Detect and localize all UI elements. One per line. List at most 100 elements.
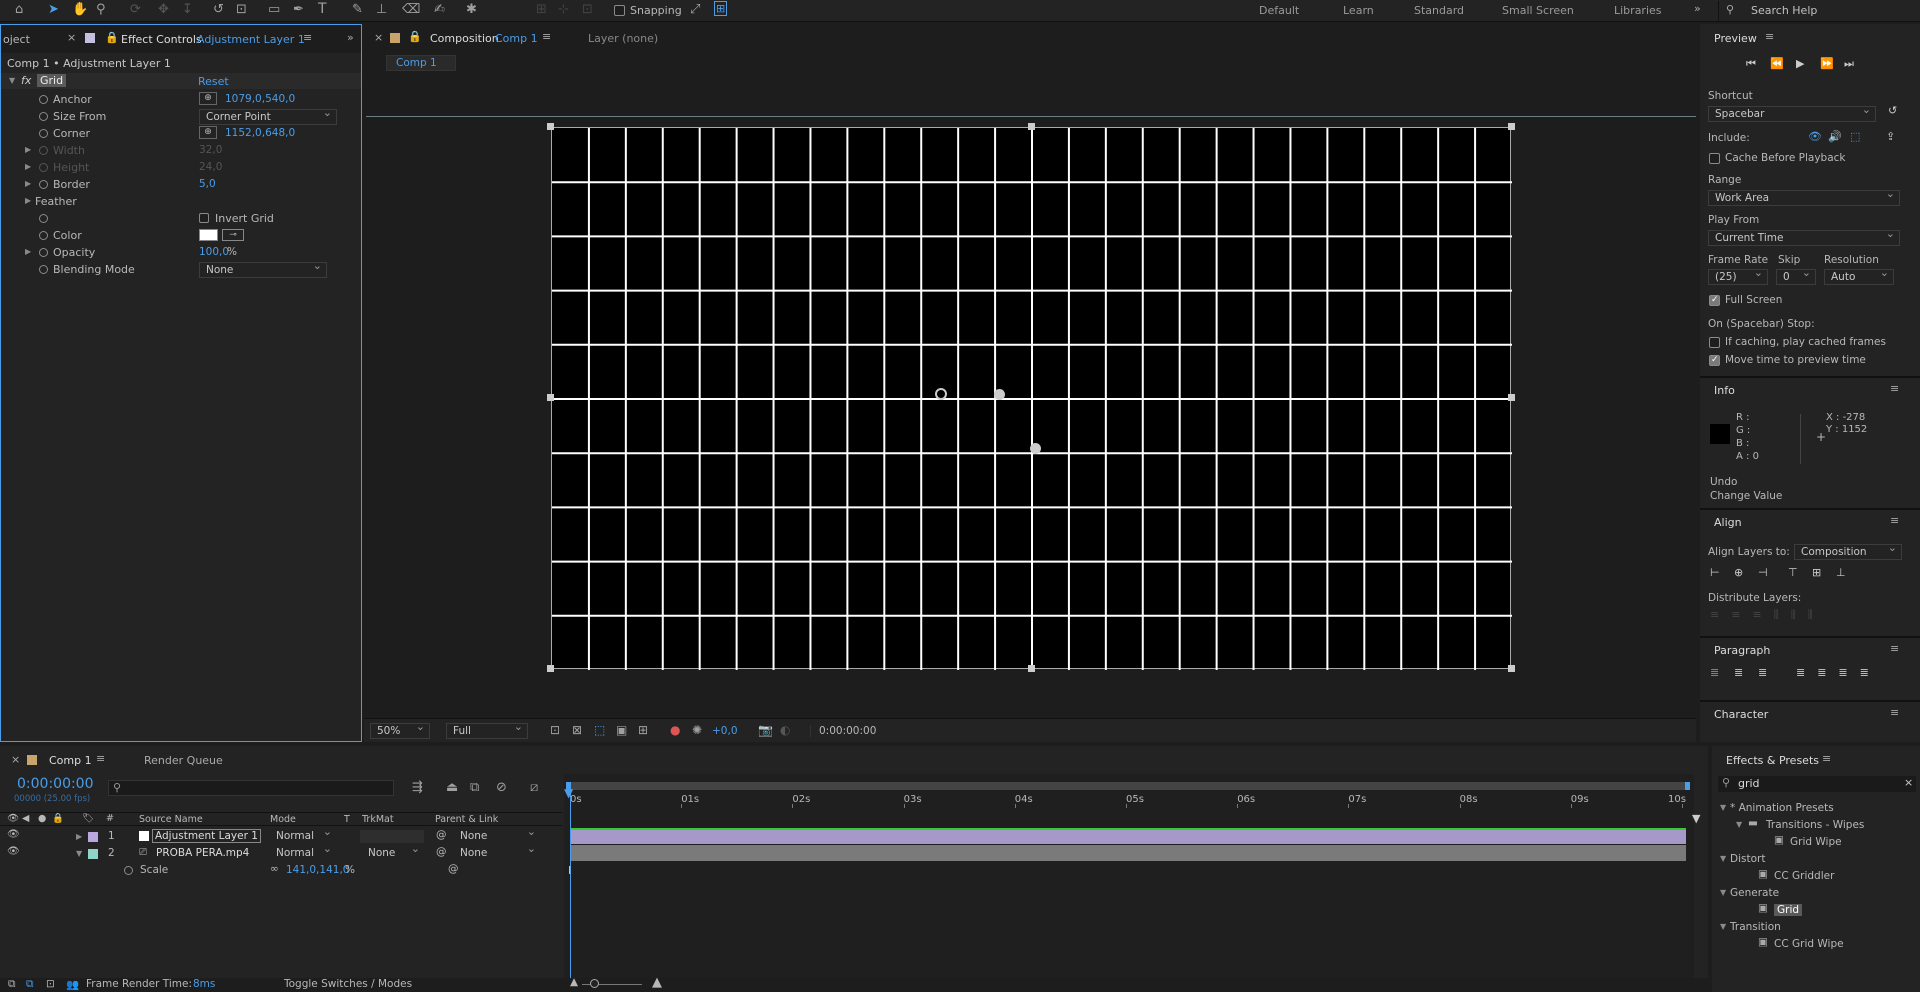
layer-switches-icon[interactable]: ⧉	[8, 978, 16, 991]
viewer-timecode[interactable]: 0:00:00:00	[810, 725, 876, 737]
stopwatch-icon[interactable]	[39, 248, 48, 257]
layer-label-color[interactable]	[88, 832, 98, 842]
effects-tree-folder[interactable]: ▼ * Animation Presets	[1712, 800, 1920, 817]
align-to-dropdown[interactable]: Composition	[1794, 541, 1902, 560]
hand-tool-icon[interactable]: ✋	[72, 2, 88, 17]
panel-menu-icon[interactable]: ≡	[1890, 642, 1899, 655]
panel-overflow-icon[interactable]: »	[347, 31, 354, 44]
transparency-grid-icon[interactable]: ⊠	[572, 723, 582, 737]
rotate-tool-icon[interactable]: ↺	[213, 2, 224, 17]
trkmat-dropdown[interactable]: None	[362, 842, 424, 862]
transform-handle-ml[interactable]	[547, 394, 554, 401]
prop-value[interactable]: 5,0	[199, 178, 216, 190]
constrain-proportions-icon[interactable]: ∞	[270, 863, 279, 875]
layer-mode-dropdown[interactable]: Normal	[270, 842, 336, 862]
stopwatch-icon[interactable]	[39, 265, 48, 274]
tab-render-queue[interactable]: Render Queue	[144, 754, 223, 767]
collapse-triangle-icon[interactable]: ▼	[76, 849, 82, 858]
transfer-controls-icon[interactable]: ⧉	[26, 978, 34, 991]
next-frame-icon[interactable]: ⏩	[1820, 57, 1834, 70]
layer-row-1[interactable]: 👁 ▶ 1 Adjustment Layer 1 Normal @ None	[0, 825, 562, 845]
draft-3d-icon[interactable]: ⏏	[446, 780, 458, 795]
axis-world-icon[interactable]: ⊹	[558, 2, 569, 17]
resolution-dropdown[interactable]: Full	[446, 720, 528, 739]
prop-value[interactable]: 1152,0,648,0	[225, 127, 295, 139]
snapping-checkbox[interactable]	[614, 5, 625, 16]
expand-triangle-icon[interactable]: ▼	[1720, 922, 1726, 931]
zoom-out-icon[interactable]: ▲	[570, 976, 578, 988]
layer-search-input[interactable]: ⚲	[108, 780, 394, 796]
expand-triangle-icon[interactable]: ▶	[76, 832, 82, 841]
expand-triangle-icon[interactable]: ▶	[25, 145, 31, 154]
workspaces-overflow-icon[interactable]: »	[1694, 2, 1701, 15]
reset-shortcut-icon[interactable]: ↺	[1888, 104, 1897, 117]
pickwhip-icon[interactable]: @	[436, 829, 447, 841]
panel-menu-icon[interactable]: ≡	[542, 30, 551, 43]
lock-icon[interactable]: 🔒	[408, 30, 422, 43]
range-dropdown[interactable]: Work Area	[1708, 187, 1900, 206]
tab-project[interactable]: oject	[3, 33, 30, 46]
blending-mode-dropdown[interactable]: None	[199, 259, 327, 278]
workspace-small-screen[interactable]: Small Screen	[1502, 4, 1574, 17]
expand-triangle-icon[interactable]: ▼	[1720, 854, 1726, 863]
layer-bar-1[interactable]	[570, 828, 1686, 844]
close-icon[interactable]: ×	[374, 31, 383, 44]
expand-triangle-icon[interactable]: ▼	[1720, 888, 1726, 897]
axis-view-icon[interactable]: ⊡	[582, 2, 593, 17]
effects-tree-folder[interactable]: ▼ Distort	[1712, 851, 1920, 868]
expand-triangle-icon[interactable]: ▶	[25, 196, 31, 205]
layer-name[interactable]: Adjustment Layer 1	[152, 829, 261, 843]
snap-feature-icon[interactable]: ⊞	[714, 1, 728, 16]
last-frame-icon[interactable]: ⏭	[1844, 57, 1854, 71]
playhead[interactable]	[570, 788, 571, 992]
shortcut-dropdown[interactable]: Spacebar	[1708, 103, 1876, 122]
justify-center-icon[interactable]: ≣	[1734, 666, 1743, 679]
stopwatch-icon[interactable]	[39, 129, 48, 138]
panel-menu-icon[interactable]: ≡	[1890, 514, 1899, 527]
pan-behind-tool-icon[interactable]: ✥	[158, 2, 169, 17]
align-bottom-icon[interactable]: ⊥	[1836, 566, 1846, 579]
zoom-dropdown[interactable]: 50%	[370, 720, 430, 739]
expand-triangle-icon[interactable]: ▼	[1720, 803, 1726, 812]
anchor-tool-icon[interactable]: ⊡	[236, 2, 247, 17]
home-icon[interactable]: ⌂	[15, 2, 23, 17]
visibility-eye-icon[interactable]: 👁	[7, 829, 20, 840]
col-source-name[interactable]: Source Name	[139, 814, 203, 825]
zoom-slider-thumb[interactable]	[590, 979, 599, 988]
prop-value[interactable]: 1079,0,540,0	[225, 93, 295, 105]
snap-edge-icon[interactable]: ⤢	[690, 2, 700, 17]
play-from-dropdown[interactable]: Current Time	[1708, 227, 1900, 246]
snapshot-icon[interactable]: 📷	[758, 723, 773, 737]
axis-local-icon[interactable]: ⊞	[536, 2, 547, 17]
col-parent[interactable]: Parent & Link	[435, 814, 498, 825]
tab-effect-controls[interactable]: Effect Controls	[121, 33, 202, 46]
expand-triangle-icon[interactable]: ▶	[25, 247, 31, 256]
close-icon[interactable]: ×	[67, 31, 76, 44]
transform-handle-mr[interactable]	[1508, 394, 1515, 401]
panel-menu-icon[interactable]: ≡	[1890, 706, 1899, 719]
pen-tool-icon[interactable]: ✒	[293, 2, 304, 17]
close-icon[interactable]: ×	[11, 753, 20, 766]
reset-link[interactable]: Reset	[198, 75, 229, 88]
effects-tree-folder[interactable]: ▼ Transition	[1712, 919, 1920, 936]
comp-subtab[interactable]: Comp 1	[386, 55, 456, 71]
color-channels-icon[interactable]: ●	[670, 723, 680, 737]
work-area-bar[interactable]	[566, 782, 1690, 790]
zoom-tool-icon[interactable]: ⚲	[96, 2, 106, 17]
frame-rate-dropdown[interactable]: (25)	[1708, 266, 1768, 285]
effect-point-handle[interactable]	[1030, 443, 1041, 454]
stopwatch-icon[interactable]	[39, 180, 48, 189]
effect-name[interactable]: Grid	[37, 74, 67, 87]
full-screen-checkbox[interactable]	[1709, 295, 1720, 306]
type-tool-icon[interactable]: T	[318, 1, 327, 17]
expand-triangle-icon[interactable]: ▼	[1736, 820, 1742, 829]
show-snapshot-icon[interactable]: ◐	[780, 723, 790, 737]
justify-right-icon[interactable]: ≣	[1758, 666, 1767, 679]
align-left-icon[interactable]: ⊢	[1710, 566, 1720, 579]
clear-search-icon[interactable]: ×	[1904, 776, 1913, 789]
justify-full-icon[interactable]: ≣≣≣≣	[1796, 666, 1881, 679]
eraser-tool-icon[interactable]: ⌫	[402, 2, 420, 17]
panel-menu-icon[interactable]: ≡	[1765, 30, 1774, 43]
align-right-icon[interactable]: ⊣	[1758, 566, 1768, 579]
orbit-tool-icon[interactable]: ⟳	[130, 2, 141, 17]
